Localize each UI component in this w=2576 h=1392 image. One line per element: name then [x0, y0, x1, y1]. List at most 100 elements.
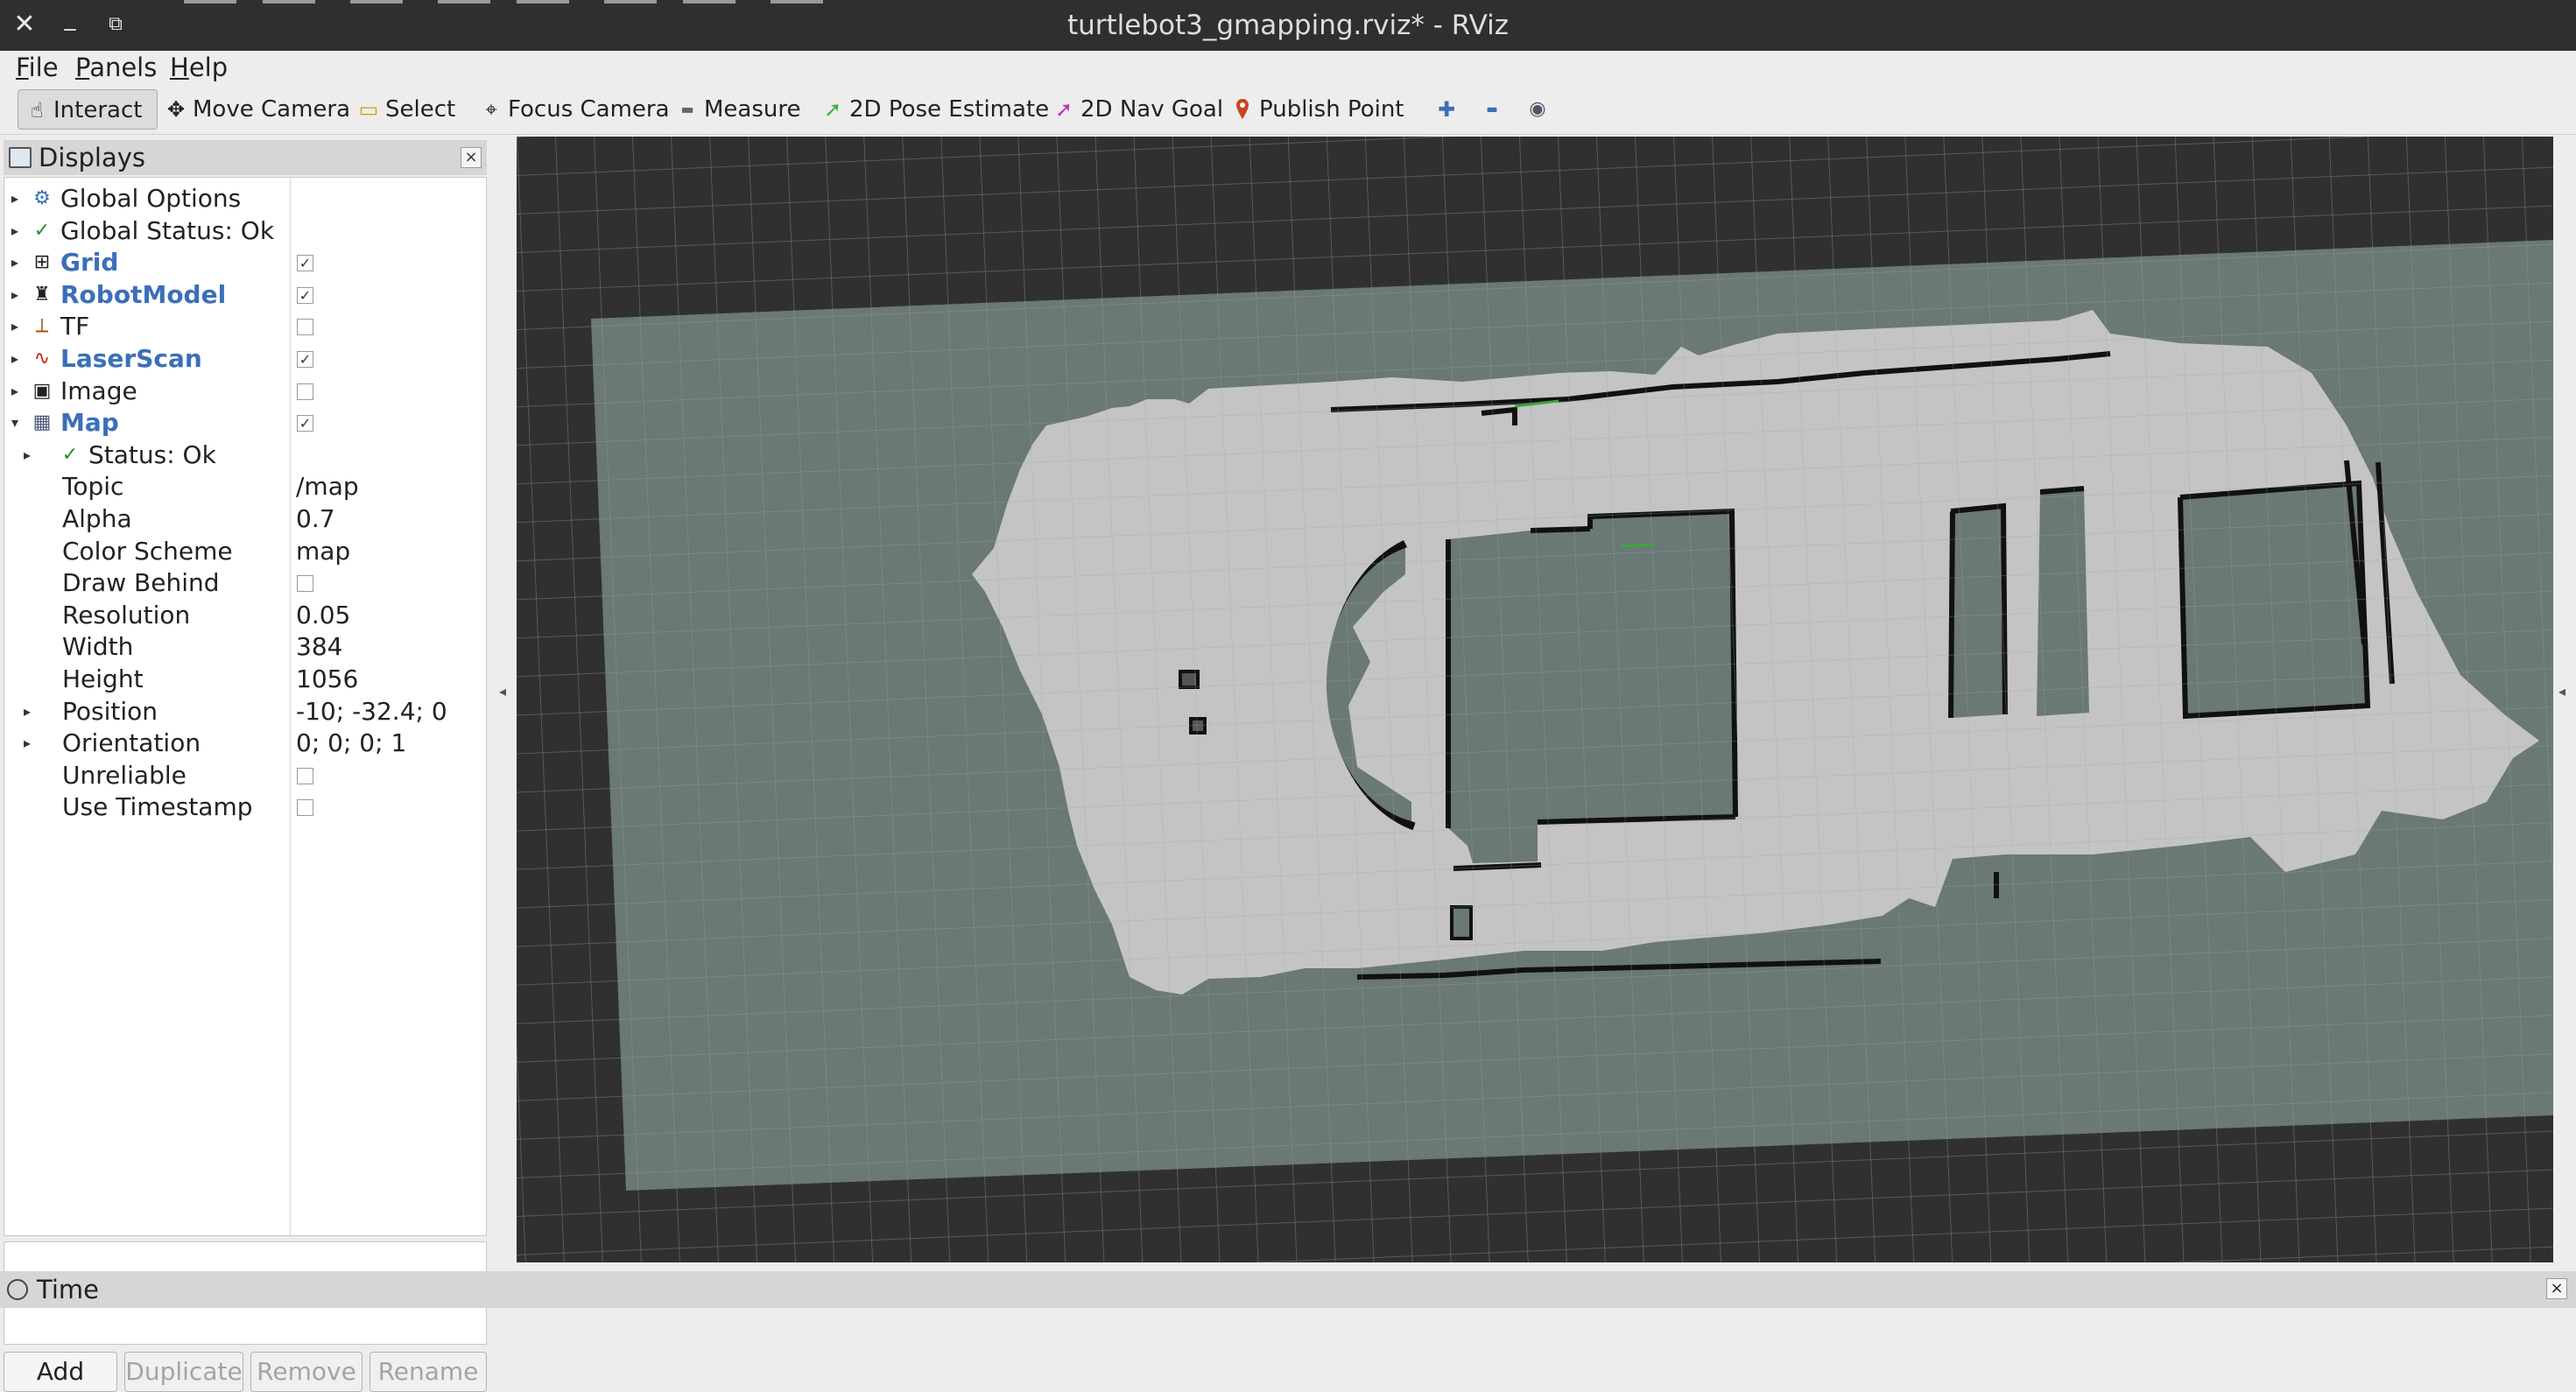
display-row-value[interactable]: 0; 0; 0; 1	[296, 728, 406, 760]
tool-2d-pose-estimate[interactable]: ➚ 2D Pose Estimate	[814, 89, 1049, 130]
display-row-status-ok[interactable]: ▸ ✓ Status: Ok	[4, 439, 486, 472]
expand-arrow-icon[interactable]: ▸	[18, 696, 36, 728]
display-row-label: Image	[60, 376, 137, 405]
displays-close-icon[interactable]: ×	[461, 147, 482, 168]
menu-help-mnemonic: H	[170, 53, 189, 82]
map-view[interactable]	[517, 137, 2553, 1262]
add-button[interactable]: Add	[4, 1352, 117, 1392]
displays-header: Displays ×	[4, 140, 487, 175]
expand-arrow-icon[interactable]: ▸	[18, 728, 36, 760]
tool-measure[interactable]: ▬ Measure	[669, 89, 800, 130]
display-row-laserscan[interactable]: ▸ ∿ LaserScan ✓	[4, 343, 486, 376]
display-row-alpha[interactable]: Alpha 0.7	[4, 503, 486, 536]
rviz-window: ✕ _ ⧉ turtlebot3_gmapping.rviz* - RViz F…	[0, 0, 2576, 1392]
menu-file-mnemonic: F	[16, 53, 29, 82]
display-row-global-options[interactable]: ▸ ⚙ Global Options	[4, 183, 486, 215]
display-row-value[interactable]: map	[296, 536, 350, 568]
display-row-label: Alpha	[62, 504, 132, 533]
display-row-robotmodel[interactable]: ▸ ♜ RobotModel ✓	[4, 279, 486, 312]
remove-button[interactable]: Remove	[250, 1352, 362, 1392]
add-tool-icon[interactable]: ✚	[1429, 89, 1464, 130]
tool-focus-camera[interactable]: ⌖ Focus Camera	[473, 89, 670, 130]
right-splitter-arrow-icon[interactable]: ◂	[2558, 683, 2565, 700]
display-row-value[interactable]: /map	[296, 471, 359, 503]
tool-interact-label: Interact	[53, 97, 143, 123]
time-panel-close-icon[interactable]: ×	[2546, 1278, 2567, 1299]
collapse-arrow-icon[interactable]: ▾	[6, 407, 24, 439]
display-row-label: Position	[62, 696, 158, 726]
display-row-value[interactable]: 0.7	[296, 503, 335, 536]
monitor-icon	[9, 147, 32, 168]
map-pin-shape	[1236, 99, 1249, 119]
display-row-position[interactable]: ▸ Position -10; -32.4; 0	[4, 696, 486, 728]
enable-checkbox[interactable]: ✓	[297, 415, 313, 432]
displays-tree[interactable]: ▸ ⚙ Global Options ▸ ✓ Global Status: Ok ▸ ⊞ Gri…	[4, 177, 487, 1236]
display-row-value[interactable]: 1056	[296, 664, 358, 696]
laser-scan-icon: ∿	[33, 348, 51, 369]
enable-checkbox[interactable]	[297, 383, 313, 400]
expand-arrow-icon[interactable]: ▸	[18, 439, 36, 472]
tool-move-camera[interactable]: ✥ Move Camera	[158, 89, 350, 130]
display-row-label: Grid	[60, 248, 119, 278]
enable-checkbox[interactable]	[297, 799, 313, 817]
expand-arrow-icon[interactable]: ▸	[6, 376, 24, 408]
rename-button[interactable]: Rename	[370, 1352, 487, 1392]
display-row-label: Orientation	[62, 728, 201, 758]
menu-help[interactable]: Help	[170, 53, 228, 82]
display-row-value[interactable]: 384	[296, 631, 342, 664]
display-row-unreliable[interactable]: Unreliable	[4, 760, 486, 792]
display-row-color-scheme[interactable]: Color Scheme map	[4, 536, 486, 568]
map-grid-overlay	[591, 240, 2553, 1191]
display-row-label: Status: Ok	[88, 439, 216, 469]
display-row-height[interactable]: Height 1056	[4, 664, 486, 696]
status-ok-check-icon: ✓	[33, 219, 51, 242]
expand-arrow-icon[interactable]: ▸	[6, 343, 24, 376]
magenta-arrow-icon: ➚	[1054, 97, 1073, 122]
map-icon: ▦	[32, 411, 52, 434]
display-row-image[interactable]: ▸ ▣ Image	[4, 376, 486, 408]
render-viewport[interactable]	[517, 137, 2553, 1262]
expand-arrow-icon[interactable]: ▸	[6, 311, 24, 343]
expand-arrow-icon[interactable]: ▸	[6, 279, 24, 312]
view-eye-icon[interactable]: ◉	[1520, 89, 1555, 130]
menu-panels[interactable]: Panels	[75, 53, 157, 82]
display-row-label: TF	[60, 312, 90, 341]
enable-checkbox[interactable]	[297, 767, 313, 784]
enable-checkbox[interactable]	[297, 319, 313, 336]
tool-select[interactable]: ▭ Select	[350, 89, 456, 130]
time-panel-header: Time ×	[0, 1271, 2576, 1308]
display-row-orientation[interactable]: ▸ Orientation 0; 0; 0; 1	[4, 728, 486, 760]
enable-checkbox[interactable]	[297, 575, 313, 593]
display-row-topic[interactable]: Topic/map	[4, 471, 486, 503]
duplicate-button[interactable]: Duplicate	[124, 1352, 243, 1392]
display-row-use-timestamp[interactable]: Use Timestamp	[4, 791, 486, 824]
tool-move-camera-label: Move Camera	[193, 96, 351, 123]
global-options-icon: ⚙	[33, 187, 51, 209]
tool-publish-point[interactable]: Publish Point	[1224, 89, 1404, 130]
window-title: turtlebot3_gmapping.rviz* - RViz	[1066, 10, 1510, 41]
tool-focus-camera-label: Focus Camera	[508, 96, 670, 123]
expand-arrow-icon[interactable]: ▸	[6, 183, 24, 215]
tool-2d-nav-goal[interactable]: ➚ 2D Nav Goal	[1045, 89, 1223, 130]
menu-file[interactable]: File	[16, 53, 59, 82]
display-row-grid[interactable]: ▸ ⊞ Grid ✓	[4, 247, 486, 279]
display-row-label: Draw Behind	[62, 568, 220, 598]
display-row-resolution[interactable]: Resolution 0.05	[4, 600, 486, 632]
display-row-value[interactable]: -10; -32.4; 0	[296, 696, 447, 728]
enable-checkbox[interactable]: ✓	[297, 255, 313, 272]
display-row-label: RobotModel	[60, 279, 227, 309]
display-row-value[interactable]: 0.05	[296, 600, 350, 632]
tool-interact[interactable]: ☝ Interact	[18, 89, 158, 130]
enable-checkbox[interactable]: ✓	[297, 286, 313, 304]
display-row-draw-behind[interactable]: Draw Behind	[4, 567, 486, 600]
display-row-map[interactable]: ▾ ▦ Map ✓	[4, 407, 486, 439]
left-splitter-arrow-icon[interactable]: ◂	[499, 683, 506, 700]
expand-arrow-icon[interactable]: ▸	[6, 215, 24, 248]
display-row-width[interactable]: Width 384	[4, 631, 486, 664]
remove-tool-icon[interactable]: ▬	[1475, 89, 1510, 130]
display-row-global-status-ok[interactable]: ▸ ✓ Global Status: Ok	[4, 215, 486, 248]
tool-2d-pose-estimate-label: 2D Pose Estimate	[849, 96, 1050, 123]
display-row-tf[interactable]: ▸ ⟂ TF	[4, 311, 486, 343]
expand-arrow-icon[interactable]: ▸	[6, 247, 24, 279]
enable-checkbox[interactable]: ✓	[297, 351, 313, 368]
